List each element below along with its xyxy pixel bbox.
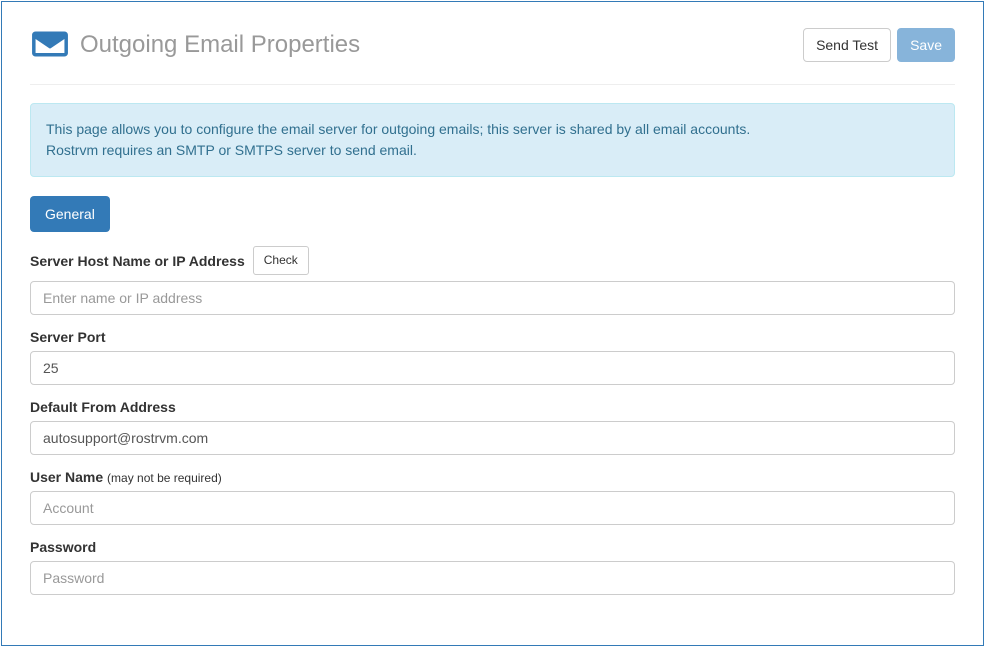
- info-line-1: This page allows you to configure the em…: [46, 119, 939, 140]
- tab-general[interactable]: General: [30, 196, 110, 232]
- form-group-password: Password: [30, 539, 955, 595]
- save-button[interactable]: Save: [897, 28, 955, 62]
- form-group-port: Server Port: [30, 329, 955, 385]
- send-test-button[interactable]: Send Test: [803, 28, 891, 62]
- header-buttons: Send Test Save: [803, 28, 955, 62]
- port-label: Server Port: [30, 329, 105, 345]
- info-alert: This page allows you to configure the em…: [30, 103, 955, 177]
- tab-bar: General: [30, 196, 955, 232]
- form-group-from: Default From Address: [30, 399, 955, 455]
- password-input[interactable]: [30, 561, 955, 595]
- user-label-note: (may not be required): [107, 471, 222, 485]
- outgoing-email-panel: Outgoing Email Properties Send Test Save…: [1, 1, 984, 646]
- user-input[interactable]: [30, 491, 955, 525]
- from-input[interactable]: [30, 421, 955, 455]
- host-label: Server Host Name or IP Address: [30, 253, 245, 269]
- page-title: Outgoing Email Properties: [80, 31, 360, 59]
- header-left: Outgoing Email Properties: [30, 30, 360, 61]
- check-button[interactable]: Check: [253, 246, 309, 275]
- host-input[interactable]: [30, 281, 955, 315]
- user-label-text: User Name: [30, 469, 103, 485]
- form-group-user: User Name (may not be required): [30, 469, 955, 525]
- from-label: Default From Address: [30, 399, 176, 415]
- header-divider: [30, 84, 955, 85]
- page-header: Outgoing Email Properties Send Test Save: [30, 28, 955, 62]
- envelope-icon: [30, 30, 70, 61]
- port-input[interactable]: [30, 351, 955, 385]
- info-line-2: Rostrvm requires an SMTP or SMTPS server…: [46, 140, 939, 161]
- form-group-host: Server Host Name or IP Address Check: [30, 246, 955, 315]
- password-label: Password: [30, 539, 96, 555]
- user-label: User Name (may not be required): [30, 469, 222, 485]
